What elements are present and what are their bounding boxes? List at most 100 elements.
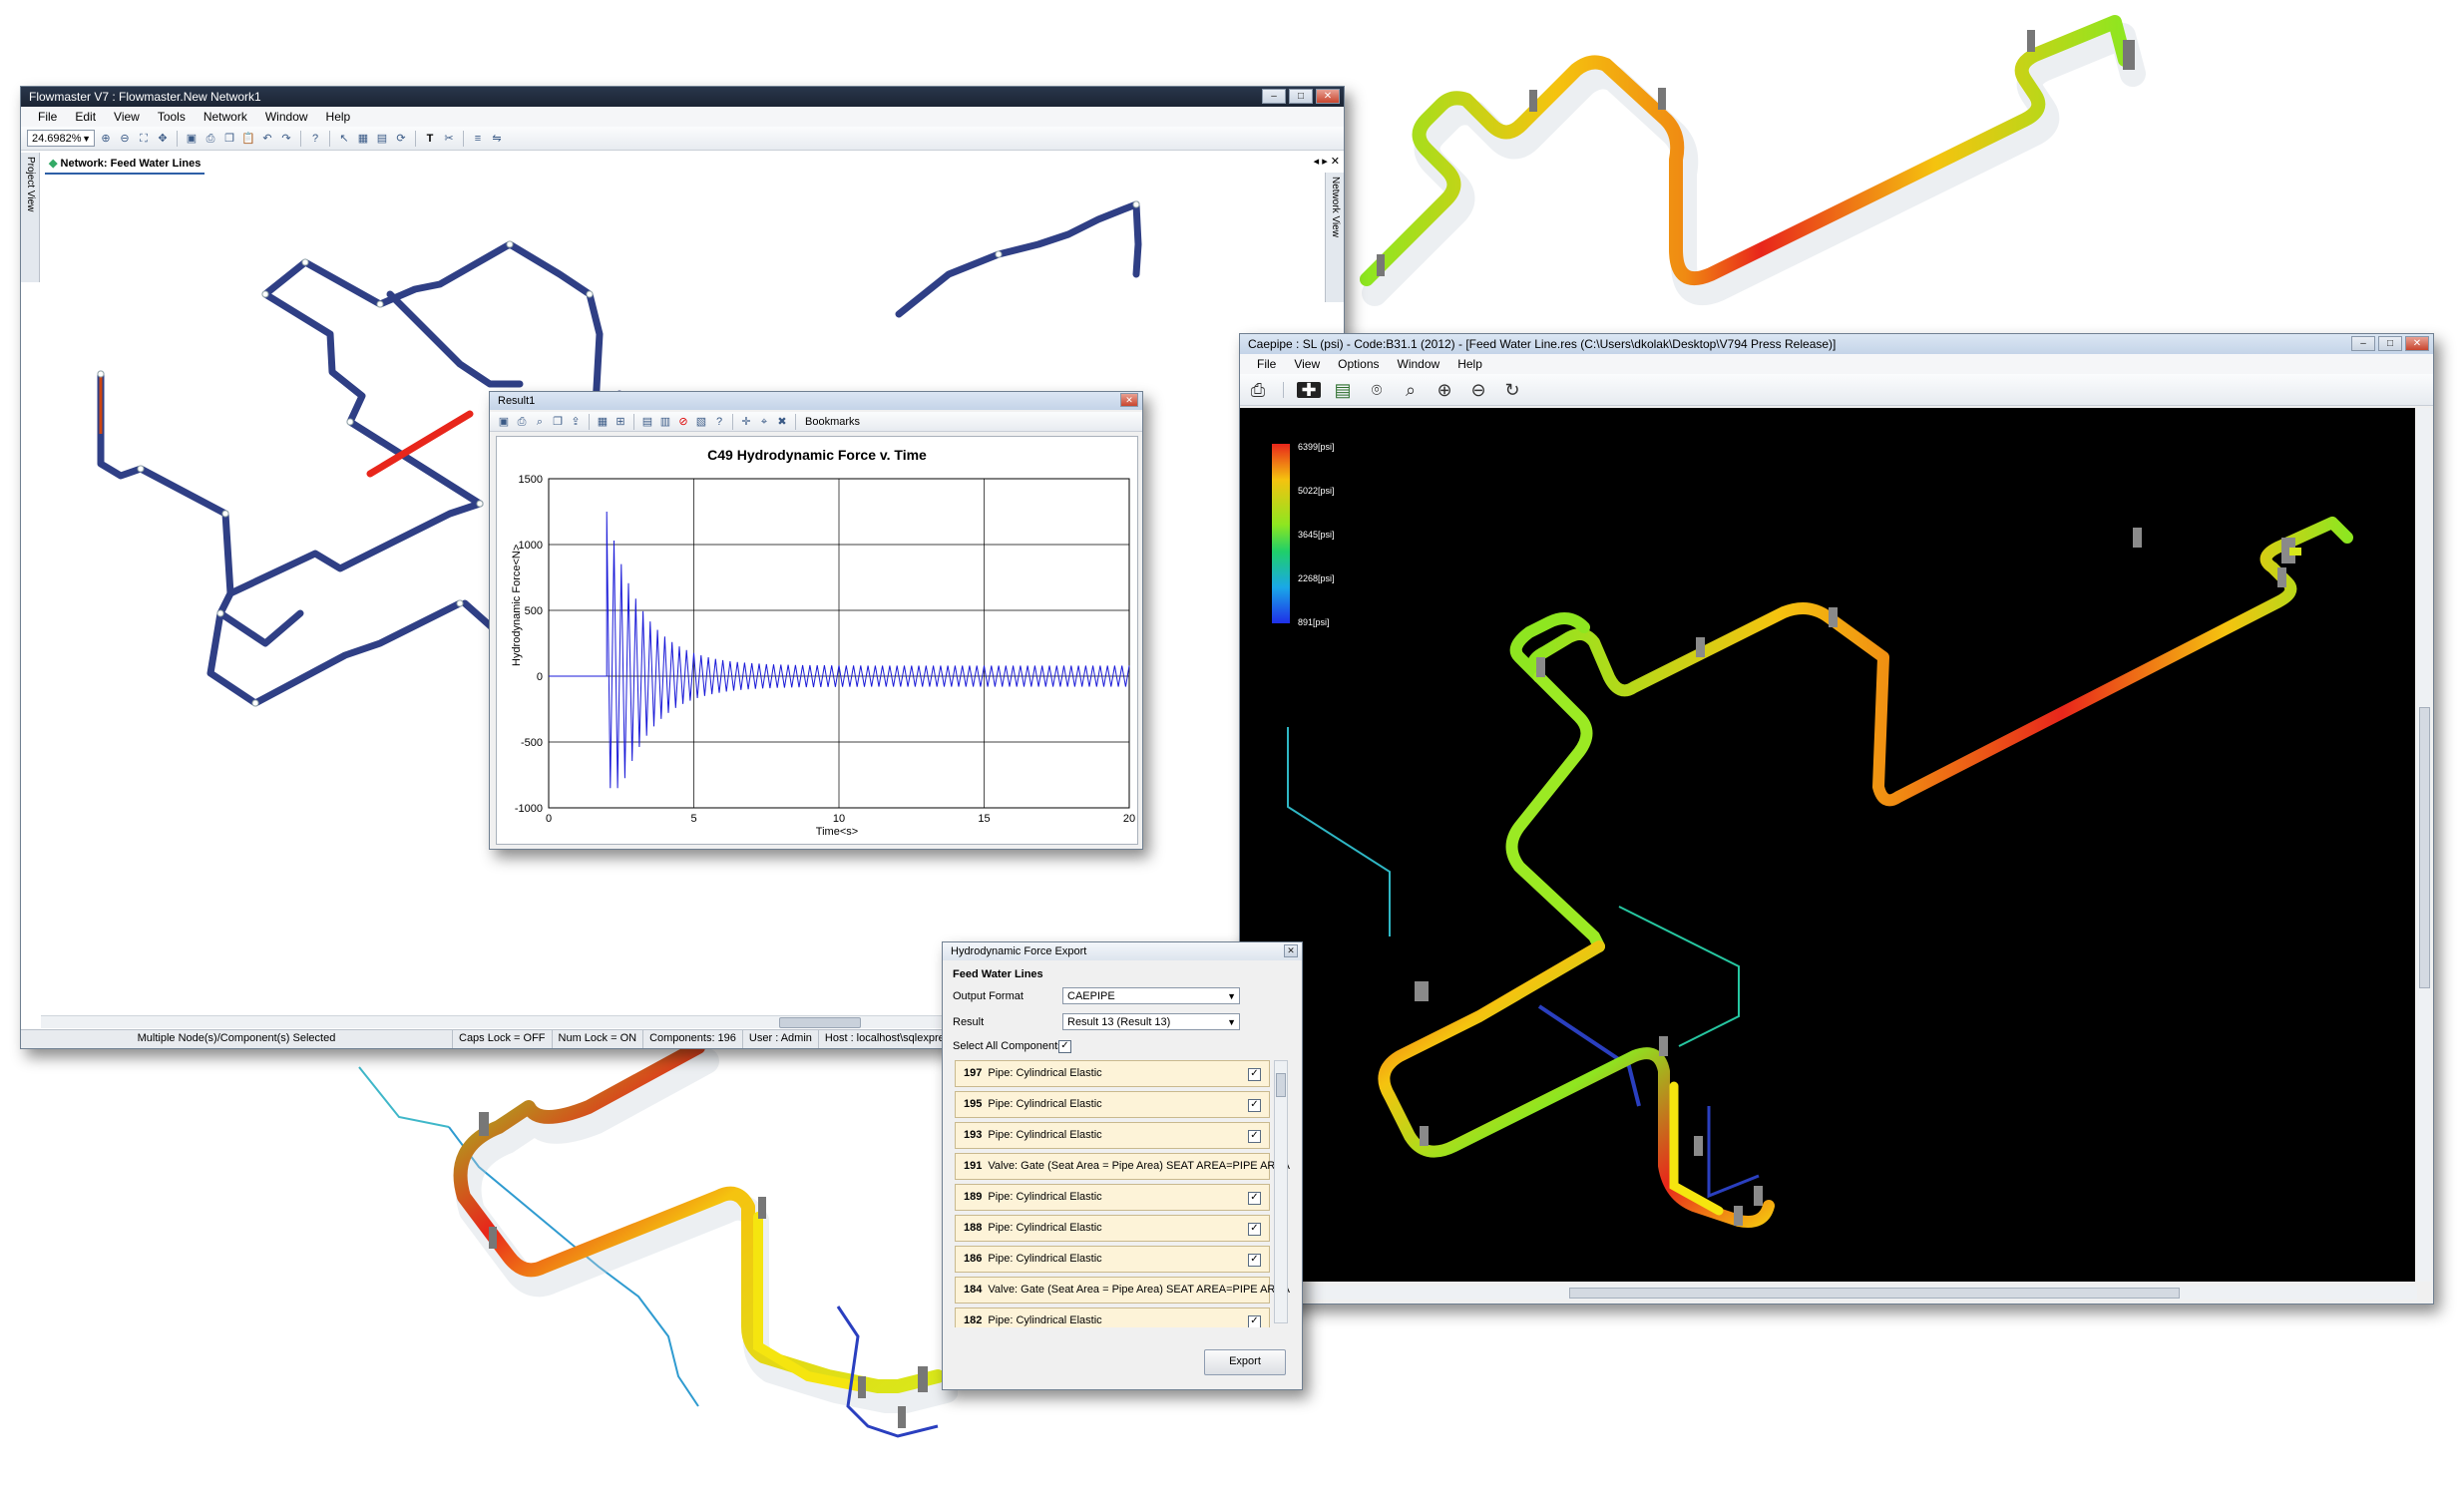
export-button[interactable]: Export: [1204, 1349, 1286, 1375]
clear-icon[interactable]: ✖: [774, 414, 790, 430]
export-close-button[interactable]: ✕: [1284, 944, 1298, 957]
maximize-button[interactable]: □: [1289, 89, 1313, 104]
list-item[interactable]: 186 Pipe: Cylindrical Elastic ✓: [955, 1246, 1270, 1273]
text-icon[interactable]: T: [422, 131, 438, 147]
list-item[interactable]: 182 Pipe: Cylindrical Elastic ✓: [955, 1307, 1270, 1327]
caepipe-viewport[interactable]: 6399[psi] 5022[psi] 3645[psi] 2268[psi] …: [1240, 408, 2415, 1282]
stop-icon[interactable]: ⊘: [675, 414, 691, 430]
pipe-stress-model[interactable]: [1240, 408, 2415, 1282]
grid-icon[interactable]: ▦: [355, 131, 371, 147]
bookmarks-label[interactable]: Bookmarks: [801, 416, 864, 428]
list-item[interactable]: 189 Pipe: Cylindrical Elastic ✓: [955, 1184, 1270, 1211]
paste-icon[interactable]: 📋: [240, 131, 256, 147]
crosshair-icon[interactable]: ✛: [738, 414, 754, 430]
item-checkbox[interactable]: ✓: [1248, 1130, 1261, 1143]
zoom-in-icon[interactable]: ⊕: [98, 131, 114, 147]
item-checkbox[interactable]: ✓: [1248, 1099, 1261, 1112]
help-icon[interactable]: ?: [711, 414, 727, 430]
project-view-tab[interactable]: Project View: [21, 153, 40, 282]
item-checkbox[interactable]: ✓: [1248, 1068, 1261, 1081]
list-item[interactable]: 188 Pipe: Cylindrical Elastic ✓: [955, 1215, 1270, 1242]
item-checkbox[interactable]: ✓: [1248, 1315, 1261, 1327]
menu-options[interactable]: Options: [1329, 357, 1388, 371]
help-icon[interactable]: ?: [307, 131, 323, 147]
close-button[interactable]: ✕: [2405, 336, 2429, 351]
print-icon[interactable]: ⎙: [1246, 381, 1270, 399]
zoom-icon[interactable]: ⌕: [1399, 381, 1423, 399]
menu-file[interactable]: File: [1248, 357, 1285, 371]
select-all-checkbox[interactable]: ✓: [1058, 1040, 1071, 1053]
save-icon[interactable]: ▣: [184, 131, 200, 147]
export-icon[interactable]: ⇪: [568, 414, 584, 430]
zoom-out-icon[interactable]: ⊖: [117, 131, 133, 147]
list-item[interactable]: 184 Valve: Gate (Seat Area = Pipe Area) S…: [955, 1277, 1290, 1304]
item-checkbox[interactable]: ✓: [1248, 1254, 1261, 1267]
menu-network[interactable]: Network: [195, 110, 256, 124]
print-icon[interactable]: ⎙: [514, 414, 530, 430]
notes-icon[interactable]: ▤: [1331, 381, 1355, 399]
crosshair-icon[interactable]: ✚: [1297, 381, 1321, 399]
list-item[interactable]: 195 Pipe: Cylindrical Elastic ✓: [955, 1091, 1270, 1118]
copy-icon[interactable]: ❐: [221, 131, 237, 147]
menu-help[interactable]: Help: [1448, 357, 1491, 371]
caepipe-titlebar: Caepipe : SL (psi) - Code:B31.1 (2012) -…: [1240, 334, 2433, 354]
menu-window[interactable]: Window: [1389, 357, 1449, 371]
result-combo[interactable]: Result 13 (Result 13) ▼: [1062, 1013, 1240, 1030]
menu-file[interactable]: File: [29, 110, 66, 124]
x-tick-label: 15: [978, 813, 990, 825]
menu-tools[interactable]: Tools: [149, 110, 195, 124]
menu-window[interactable]: Window: [256, 110, 317, 124]
grid-icon[interactable]: ▧: [693, 414, 709, 430]
list-item[interactable]: 191 Valve: Gate (Seat Area = Pipe Area) S…: [955, 1153, 1290, 1180]
caepipe-toolbar: ⎙ ✚ ▤ ⌾ ⌕ ⊕ ⊖ ↻: [1240, 374, 2433, 406]
menu-view[interactable]: View: [1285, 357, 1329, 371]
maximize-button[interactable]: □: [2378, 336, 2402, 351]
menu-help[interactable]: Help: [317, 110, 360, 124]
properties-icon[interactable]: ⊞: [613, 414, 628, 430]
rotate-icon[interactable]: ↻: [1500, 381, 1524, 399]
layers-icon[interactable]: ▤: [374, 131, 390, 147]
hscroll-thumb[interactable]: [1569, 1288, 2180, 1299]
undo-icon[interactable]: ↶: [259, 131, 275, 147]
flip-icon[interactable]: ⇋: [489, 131, 505, 147]
chart-plot[interactable]: 0 5 10 15 20 1500 1000 500 0 -500 -1000: [497, 437, 1137, 844]
list-scroll-thumb[interactable]: [1276, 1073, 1286, 1097]
chart-icon[interactable]: ▤: [639, 414, 655, 430]
network-tab[interactable]: ◆ Network: Feed Water Lines: [45, 155, 205, 175]
close-button[interactable]: ✕: [1316, 89, 1340, 104]
tab-nav-arrows[interactable]: ◂ ▸ ✕: [1314, 155, 1340, 168]
preview-icon[interactable]: ⌕: [532, 414, 548, 430]
hscroll-thumb[interactable]: [779, 1017, 861, 1028]
save-icon[interactable]: ▣: [496, 414, 512, 430]
pan-icon[interactable]: ✥: [155, 131, 171, 147]
print-icon[interactable]: ⎙: [203, 131, 218, 147]
minimize-button[interactable]: –: [1262, 89, 1286, 104]
item-checkbox[interactable]: ✓: [1248, 1192, 1261, 1205]
zoom-combo[interactable]: 24.6982% ▼: [27, 130, 95, 147]
menu-view[interactable]: View: [105, 110, 149, 124]
fit-icon[interactable]: ⛶: [136, 131, 152, 147]
result-close-button[interactable]: ✕: [1120, 393, 1138, 407]
redo-icon[interactable]: ↷: [278, 131, 294, 147]
pointer-icon[interactable]: ↖: [336, 131, 352, 147]
copy-icon[interactable]: ❐: [550, 414, 566, 430]
series-icon[interactable]: ▦: [595, 414, 611, 430]
align-icon[interactable]: ≡: [470, 131, 486, 147]
zoom-out-icon[interactable]: ⊖: [1466, 381, 1490, 399]
caepipe-hscrollbar[interactable]: [1240, 1286, 2417, 1300]
vscroll-thumb[interactable]: [2419, 707, 2430, 988]
minimize-button[interactable]: –: [2351, 336, 2375, 351]
scissors-icon[interactable]: ✂: [441, 131, 457, 147]
caepipe-vscrollbar[interactable]: [2417, 408, 2431, 1282]
zoom-icon[interactable]: ⌖: [756, 414, 772, 430]
refresh-icon[interactable]: ⟳: [393, 131, 409, 147]
list-item[interactable]: 197 Pipe: Cylindrical Elastic ✓: [955, 1060, 1270, 1087]
item-checkbox[interactable]: ✓: [1248, 1223, 1261, 1236]
list-item[interactable]: 193 Pipe: Cylindrical Elastic ✓: [955, 1122, 1270, 1149]
list-scrollbar[interactable]: [1274, 1060, 1288, 1323]
menu-edit[interactable]: Edit: [66, 110, 105, 124]
output-format-combo[interactable]: CAEPIPE ▼: [1062, 987, 1240, 1004]
table-icon[interactable]: ▥: [657, 414, 673, 430]
zoom-in-icon[interactable]: ⊕: [1433, 381, 1456, 399]
camera-icon[interactable]: ⌾: [1365, 381, 1389, 399]
